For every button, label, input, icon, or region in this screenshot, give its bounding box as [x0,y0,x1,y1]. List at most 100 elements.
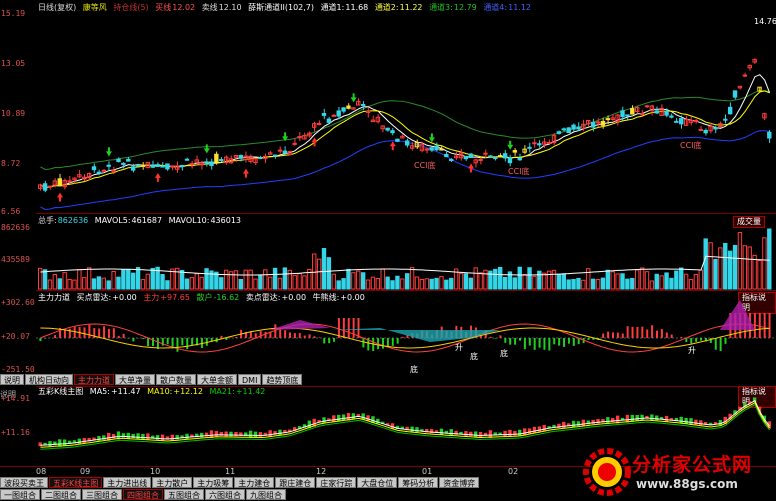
volume-bar [434,277,439,290]
volume-bar [625,278,630,290]
candle-body [732,90,738,98]
volume-bar [497,266,503,290]
volume-bar [233,270,239,290]
candle-body [630,108,635,115]
k5-candle [229,431,233,437]
volume-bar [483,269,488,290]
k5-candle [214,431,219,437]
volume-bar [165,280,170,290]
candle-body [620,110,625,118]
sell-arrow-icon [203,144,210,154]
volume-bar [282,267,288,290]
candle-body [126,158,131,162]
volume-bar [365,279,371,290]
volume-bar [258,275,263,290]
candle-body [449,158,454,161]
k5-candle [518,429,522,437]
candle-body [189,163,195,166]
volume-bar [414,276,420,290]
volume-bar [346,268,351,290]
volume-bar [47,279,53,290]
volume-bar [493,268,498,290]
candle-body [42,183,48,191]
k5-candle [606,417,610,424]
volume-bar [395,275,400,290]
k5-candle [650,414,654,421]
k5-ma10-line [40,402,770,448]
volume-bar [424,278,429,290]
candle-body [605,118,611,121]
k5-candle [694,419,698,425]
volume-bar [473,267,478,290]
volume-bar [400,278,405,290]
candle-body [767,131,772,139]
volume-bar [287,269,292,290]
candle-body [341,107,346,112]
candle-body [693,119,699,122]
k5-candle [542,424,546,432]
volume-bar [82,277,87,290]
k5-candle [503,430,507,437]
volume-ma-line [40,255,770,276]
volume-bar [605,269,611,290]
volume-bar [674,270,679,290]
volume-bar [57,278,62,290]
volume-bar [600,277,606,290]
volume-bar [463,273,469,290]
k5-candle [170,434,175,441]
candle-body [444,153,449,158]
volume-bar [419,278,425,290]
volume-bar [277,277,283,290]
candle-body [57,178,62,187]
volume-bar [375,277,381,290]
candle-body [537,143,542,146]
candle-body [258,157,263,160]
k5-candle [410,426,414,432]
watermark-title: 分析家公式网 [632,454,753,476]
volume-bar [356,270,361,290]
volume-bar [199,276,204,290]
k5-candle [268,430,272,437]
buy-arrow-icon [311,137,318,147]
volume-bar [708,242,713,290]
volume-bar [610,271,615,290]
volume-bar [116,276,121,290]
chart-canvas [36,58,776,450]
watermark-url: www.88gs.com [636,477,738,491]
volume-bar [586,268,591,290]
volume-bar [429,278,434,290]
candle-body [713,127,718,130]
sell-arrow-icon [350,93,357,103]
k5-candle [82,437,86,443]
volume-bar [551,269,557,290]
volume-bar [644,271,650,290]
k5-candle [581,419,586,427]
volume-bar [321,247,327,290]
candle-body [497,155,503,158]
volume-bar [62,272,67,290]
volume-bar [532,275,537,290]
upper-channel-line [40,90,770,171]
candle-body [576,126,581,130]
volume-bar [679,267,684,290]
k5-candle [155,435,160,440]
candle-body [600,120,606,126]
volume-bar [111,270,116,290]
candle-body [674,120,679,123]
candle-body [561,128,566,131]
volume-bar [38,267,43,290]
candle-body [214,153,219,162]
candle-body [346,105,351,109]
volume-bar [527,267,532,290]
volume-bar [52,273,58,290]
volume-bar [727,250,733,290]
volume-bar [747,246,752,290]
volume-bar [121,269,126,290]
volume-bar [223,269,229,290]
volume-bar [444,279,449,290]
candle-body [625,114,630,117]
candle-body [703,129,708,134]
k5-candle [62,439,67,446]
candle-body [219,159,224,162]
candle-body [360,103,366,106]
